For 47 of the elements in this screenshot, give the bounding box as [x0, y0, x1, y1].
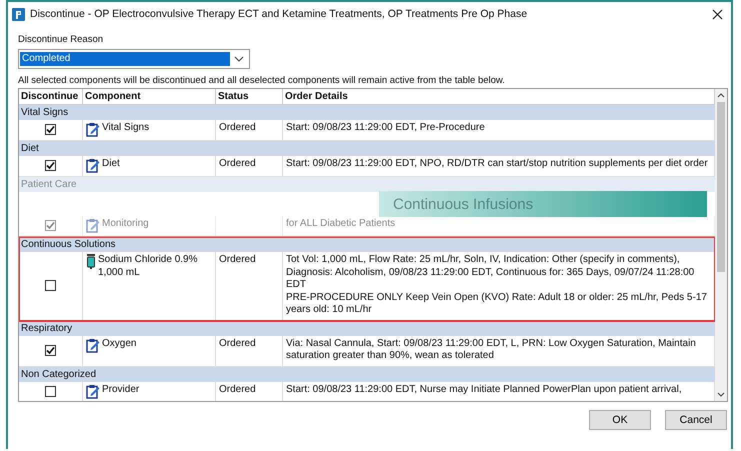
group-header: Continuous Solutions	[19, 237, 715, 252]
component-name: Diet	[102, 158, 120, 170]
scroll-up-icon[interactable]	[717, 93, 725, 98]
component-name: Monitoring	[102, 218, 149, 230]
field-label: Discontinue Reason	[18, 34, 104, 45]
checkbox[interactable]	[45, 124, 56, 135]
order-details-text: Start: 09/08/23 11:29:00 EDT, NPO, RD/DTR can start/stop nutrition supplements per diet order	[286, 158, 709, 170]
order-details-text: Via: Nasal Cannula, Start: 09/08/23 11:29:00 EDT, L, PRN: Low Oxygen Saturation, Maintain saturation greater than 90%, wean as tolerated	[286, 338, 697, 362]
iv-bag-icon	[86, 254, 96, 269]
continuous-infusions-banner: Continuous Infusions	[379, 191, 707, 217]
status-cell: Ordered	[216, 252, 283, 320]
scroll-down-icon[interactable]	[717, 392, 725, 397]
checkbox[interactable]	[45, 160, 56, 171]
ok-button[interactable]: OK	[589, 410, 651, 430]
checkbox[interactable]	[45, 220, 56, 231]
scrollbar[interactable]	[715, 89, 727, 401]
checkbox[interactable]	[45, 386, 56, 396]
checkbox[interactable]	[45, 344, 56, 356]
component-name: Provider	[102, 384, 140, 396]
order-details-text: Tot Vol: 1,000 mL, Flow Rate: 25 mL/hr, Soln, IV, Indication: Other (specify in comments), Diagnosis: Alcoholism, 09/08/23 11:29:00 EDT, Continuous for: 365 Days, 09/07/24 11:28:00 EDT	[286, 254, 696, 292]
clipboard-pencil-icon	[86, 218, 100, 233]
caret-icon	[234, 56, 244, 62]
component-name: Sodium Chloride 0.9% 1,000 mL	[98, 254, 198, 279]
cancel-button[interactable]: Cancel	[665, 410, 727, 430]
order-details-text: PRE-PROCEDURE ONLY Keep Vein Open (KVO) Rate: Adult 18 or older: 25 mL/hr, Peds 5-17 years old: 10 mL/hr	[286, 292, 708, 316]
group-header: Patient Care	[19, 177, 715, 192]
order-details-text: for ALL Diabetic Patients	[286, 218, 396, 230]
app-logo-icon	[12, 8, 25, 20]
status-cell: Ordered	[216, 156, 283, 177]
reason-dropdown[interactable]: Completed	[18, 49, 250, 69]
close-icon	[712, 8, 723, 20]
close-button[interactable]	[710, 6, 725, 22]
group-header: Non Categorized	[19, 366, 715, 382]
status-cell: Ordered	[216, 382, 283, 401]
window-title: Discontinue - OP Electroconvulsive Therapy ECT and Ketamine Treatments, OP Treatments Pre Op Phase	[30, 8, 528, 20]
component-name: Oxygen	[102, 338, 136, 350]
group-header: Vital Signs	[19, 105, 715, 120]
clipboard-pencil-icon	[86, 158, 100, 173]
info-text: All selected components will be discontinued and all deselected components will remain active from the table below.	[18, 75, 505, 86]
group-header: Diet	[19, 141, 715, 156]
component-name: Vital Signs	[102, 122, 150, 134]
clipboard-pencil-icon	[86, 338, 100, 352]
checkbox[interactable]	[45, 280, 56, 291]
order-details-text: Start: 09/08/23 11:29:00 EDT, Nurse may Initiate Planned PowerPlan upon patient arrival,	[286, 384, 683, 396]
order-details-text: Start: 09/08/23 11:29:00 EDT, Pre-Procedure	[286, 122, 486, 134]
clipboard-pencil-icon	[86, 122, 100, 137]
clipboard-pencil-icon	[86, 384, 100, 398]
